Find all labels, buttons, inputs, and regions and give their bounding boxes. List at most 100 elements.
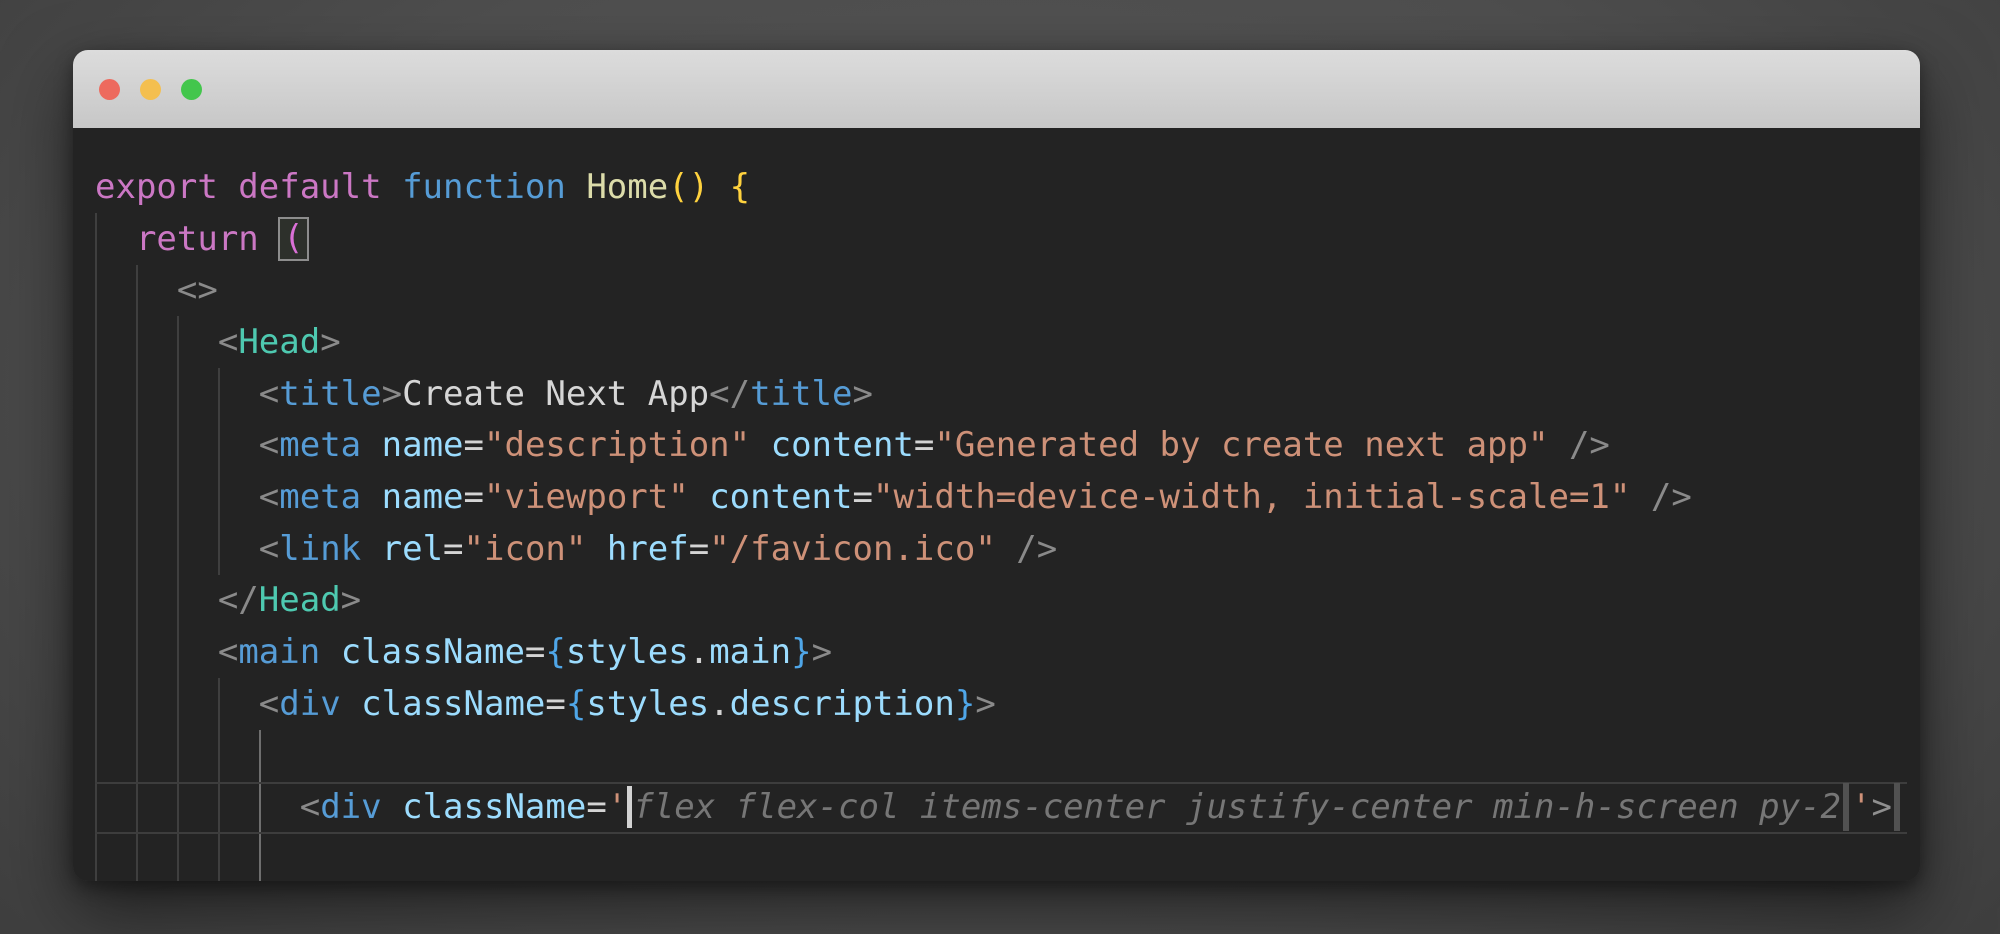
ghost-text-boundary-bar (1894, 783, 1900, 831)
code-token (361, 425, 381, 465)
code-token (382, 787, 402, 827)
code-token: "viewport" (484, 477, 689, 517)
code-line (95, 833, 1920, 881)
code-token: . (689, 632, 709, 672)
code-token: main (709, 632, 791, 672)
code-token: ' (607, 787, 627, 827)
code-token (95, 322, 218, 362)
code-token: "width=device-width, initial-scale=1" (873, 477, 1630, 517)
code-token: /> (1651, 477, 1692, 517)
code-token (586, 529, 606, 569)
code-token: content (771, 425, 914, 465)
copilot-ghost-text: flex flex-col items-center justify-cente… (633, 787, 1841, 827)
code-line: <meta name="description" content="Genera… (95, 419, 1920, 471)
code-token (95, 529, 259, 569)
code-token: = (464, 477, 484, 517)
code-token: link (279, 529, 361, 569)
code-editor-area[interactable]: export default function Home() { return … (73, 128, 1920, 881)
code-token: title (750, 374, 852, 414)
code-token: < (259, 684, 279, 724)
code-token: < (218, 322, 238, 362)
code-token: = (525, 632, 545, 672)
code-token: meta (279, 425, 361, 465)
code-token: main (238, 632, 320, 672)
code-token: Head (238, 322, 320, 362)
code-token: "/favicon.ico" (709, 529, 996, 569)
code-token: . (709, 684, 729, 724)
code-token: meta (279, 477, 361, 517)
code-token: = (689, 529, 709, 569)
code-token: "Generated by create next app" (934, 425, 1548, 465)
code-token: name (382, 477, 464, 517)
code-line: <title>Create Next App</title> (95, 368, 1920, 420)
code-token: = (852, 477, 872, 517)
code-token (996, 529, 1016, 569)
code-token: /> (1016, 529, 1057, 569)
text-cursor (627, 786, 632, 828)
code-token: = (464, 425, 484, 465)
code-token (95, 270, 177, 310)
code-token: className (402, 787, 586, 827)
code-line: <div className='flex flex-col items-cent… (95, 781, 1920, 833)
code-token (341, 684, 361, 724)
code-token: Home (586, 167, 668, 207)
code-token (95, 787, 300, 827)
code-line: <link rel="icon" href="/favicon.ico" /> (95, 523, 1920, 575)
window-controls (99, 79, 202, 100)
code-token: ( (283, 218, 303, 258)
code-token: () (668, 167, 709, 207)
code-token (689, 477, 709, 517)
minimize-button[interactable] (140, 79, 161, 100)
code-token: > (812, 632, 832, 672)
code-token: href (607, 529, 689, 569)
code-token (566, 167, 586, 207)
code-token: </ (709, 374, 750, 414)
window-titlebar[interactable] (73, 50, 1920, 128)
code-line: <main className={styles.main}> (95, 626, 1920, 678)
code-token: content (709, 477, 852, 517)
code-token: < (259, 477, 279, 517)
bracket-match-highlight: ( (278, 217, 308, 261)
code-token: < (218, 632, 238, 672)
close-button[interactable] (99, 79, 120, 100)
code-token (709, 167, 729, 207)
code-token: } (955, 684, 975, 724)
code-line: <div className={styles.description}> (95, 678, 1920, 730)
code-token: = (914, 425, 934, 465)
code-token: <> (177, 270, 218, 310)
code-token: </ (218, 580, 259, 620)
code-token (382, 167, 402, 207)
code-token: "description" (484, 425, 750, 465)
code-token: /> (1569, 425, 1610, 465)
code-token (361, 529, 381, 569)
code-token (95, 477, 259, 517)
code-line: <> (95, 264, 1920, 316)
code-token: return (95, 219, 279, 259)
code-line: export default function Home() { (95, 161, 1920, 213)
code-token: rel (382, 529, 443, 569)
code-token: styles (586, 684, 709, 724)
code-token: < (259, 374, 279, 414)
code-token (750, 425, 770, 465)
code-token: > (1872, 787, 1892, 827)
code-token: > (975, 684, 995, 724)
code-token: description (730, 684, 955, 724)
zoom-button[interactable] (181, 79, 202, 100)
ghost-text-boundary-bar (1843, 783, 1849, 831)
code-token: "icon" (464, 529, 587, 569)
code-token: styles (566, 632, 689, 672)
code-token: = (545, 684, 565, 724)
code-token (95, 374, 259, 414)
code-editor-window: export default function Home() { return … (73, 50, 1920, 881)
code-token: title (279, 374, 381, 414)
code-line (95, 730, 1920, 782)
code-token: = (443, 529, 463, 569)
code-token: export default (95, 167, 382, 207)
code-token: > (320, 322, 340, 362)
code-token (320, 632, 340, 672)
code-line: return ( (95, 213, 1920, 265)
code-token: className (341, 632, 525, 672)
code-token (1548, 425, 1568, 465)
code-token: Head (259, 580, 341, 620)
code-token: > (382, 374, 402, 414)
